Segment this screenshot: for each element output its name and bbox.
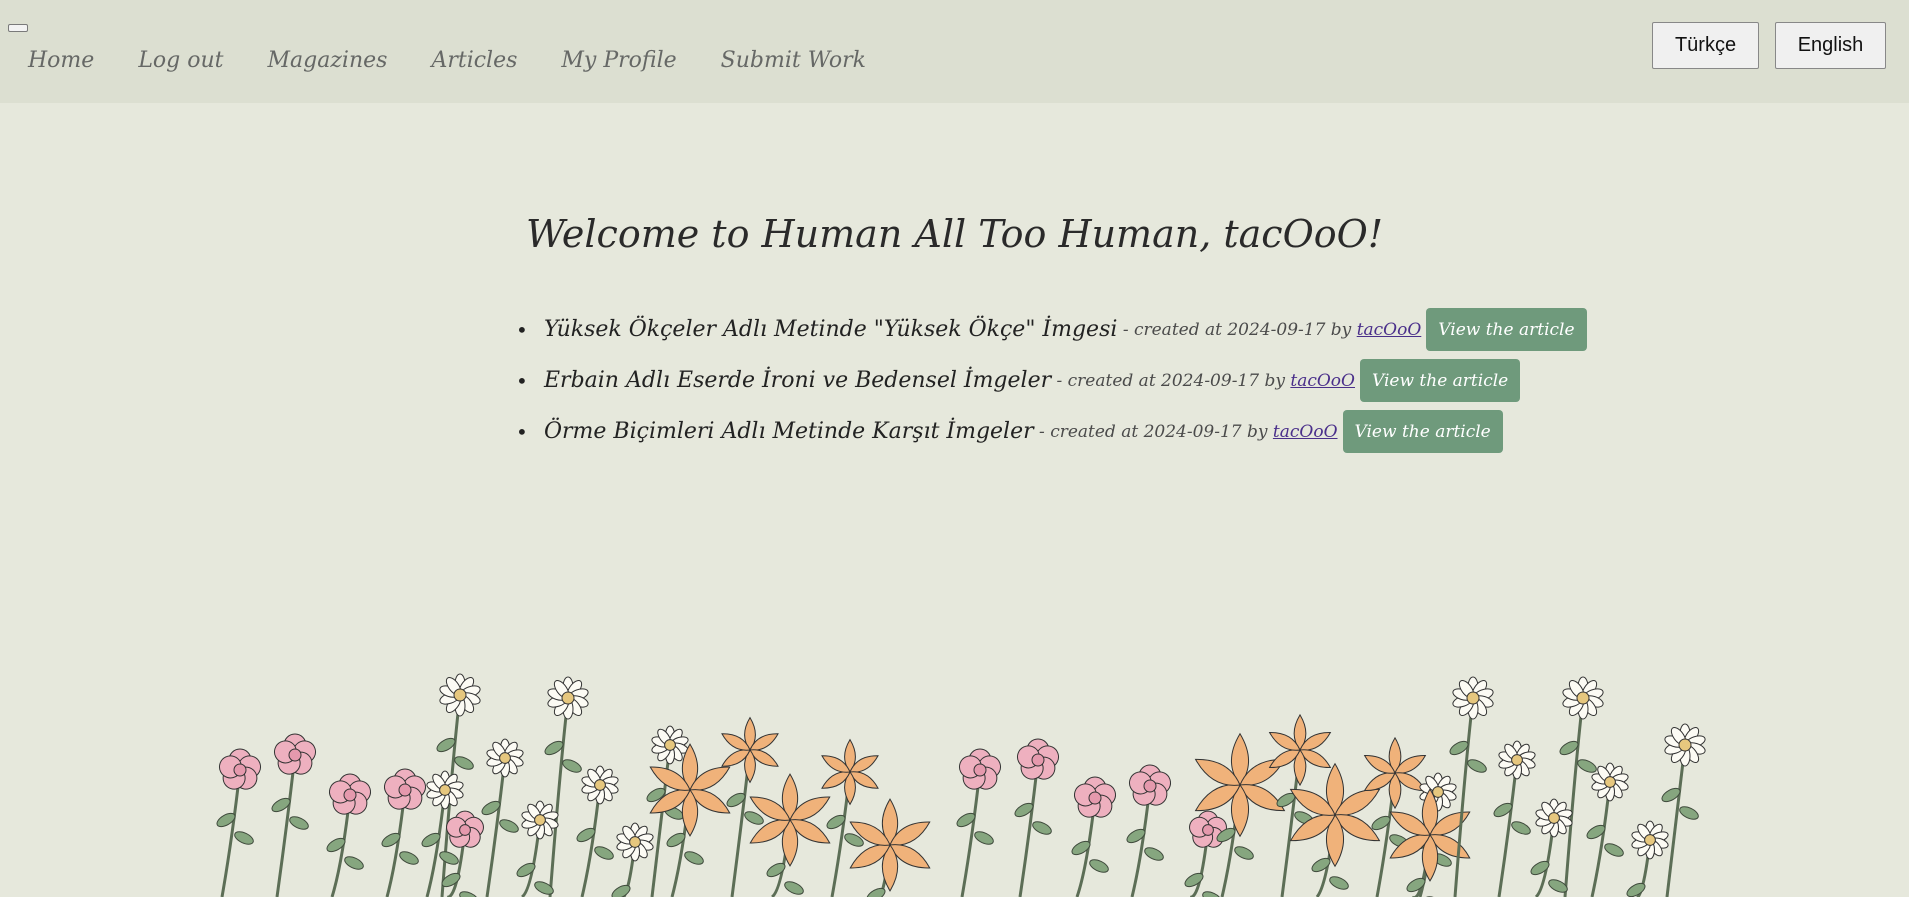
nav-my-profile-link[interactable]: My Profile [561,48,676,73]
article-title: Yüksek Ökçeler Adlı Metinde "Yüksek Ökçe… [544,317,1118,342]
article-author-link[interactable]: tacOoO [1273,422,1338,442]
view-article-button[interactable]: View the article [1359,359,1521,402]
navbar: Home Log out Magazines Articles My Profi… [0,0,1909,103]
view-article-button[interactable]: View the article [1342,410,1503,453]
english-language-button[interactable]: English [1775,22,1886,69]
daisy-flower-icon [1626,820,1669,897]
lily-flower-icon [849,798,931,897]
bullet-icon: • [516,317,528,342]
rose-flower-icon [326,773,372,897]
article-item: • Erbain Adlı Eserde İroni ve Bedensel İ… [516,355,1587,406]
article-meta: - created at 2024-09-17 by [1051,370,1291,391]
daisy-flower-icon [1586,762,1629,897]
view-article-button[interactable]: View the article [1426,308,1587,351]
nav-articles-link[interactable]: Articles [431,48,517,73]
article-author-link[interactable]: tacOoO [1290,371,1355,391]
daisy-flower-icon [1493,740,1536,897]
rose-flower-icon [1014,738,1060,897]
turkish-language-button[interactable]: Türkçe [1652,22,1759,69]
daisy-flower-icon [611,822,654,897]
article-meta: - created at 2024-09-17 by [1117,319,1357,340]
nav-magazines-link[interactable]: Magazines [268,48,388,73]
daisy-flower-icon [576,765,619,897]
lily-flower-icon [749,773,831,897]
nav-logout-link[interactable]: Log out [138,48,223,73]
daisy-flower-icon [544,676,589,897]
nav-links: Home Log out Magazines Articles My Profi… [28,48,910,73]
article-list: • Yüksek Ökçeler Adlı Metinde "Yüksek Ök… [516,304,1587,457]
lily-flower-icon [821,738,879,897]
article-meta: - created at 2024-09-17 by [1033,421,1273,442]
rose-flower-icon [271,733,317,897]
flower-border-illustration [216,673,1706,897]
nav-home-link[interactable]: Home [28,48,94,73]
lily-flower-icon [649,743,731,897]
rose-flower-icon [216,748,262,897]
article-item: • Örme Biçimleri Adlı Metinde Karşıt İmg… [516,406,1587,457]
article-title: Örme Biçimleri Adlı Metinde Karşıt İmgel… [544,419,1034,444]
article-item: • Yüksek Ökçeler Adlı Metinde "Yüksek Ök… [516,304,1587,355]
nav-submit-work-link[interactable]: Submit Work [721,48,866,73]
rose-flower-icon [1184,810,1227,897]
bullet-icon: • [516,368,528,393]
bullet-icon: • [516,419,528,444]
daisy-flower-icon [1661,723,1706,897]
rose-flower-icon [1126,764,1172,897]
rose-flower-icon [956,748,1002,897]
article-author-link[interactable]: tacOoO [1357,320,1422,340]
menu-toggle-button[interactable] [8,24,28,32]
welcome-heading: Welcome to Human All Too Human, tacOoO! [525,212,1384,256]
rose-flower-icon [381,768,427,897]
article-title: Erbain Adlı Eserde İroni ve Bedensel İmg… [544,368,1052,393]
rose-flower-icon [1071,776,1117,897]
